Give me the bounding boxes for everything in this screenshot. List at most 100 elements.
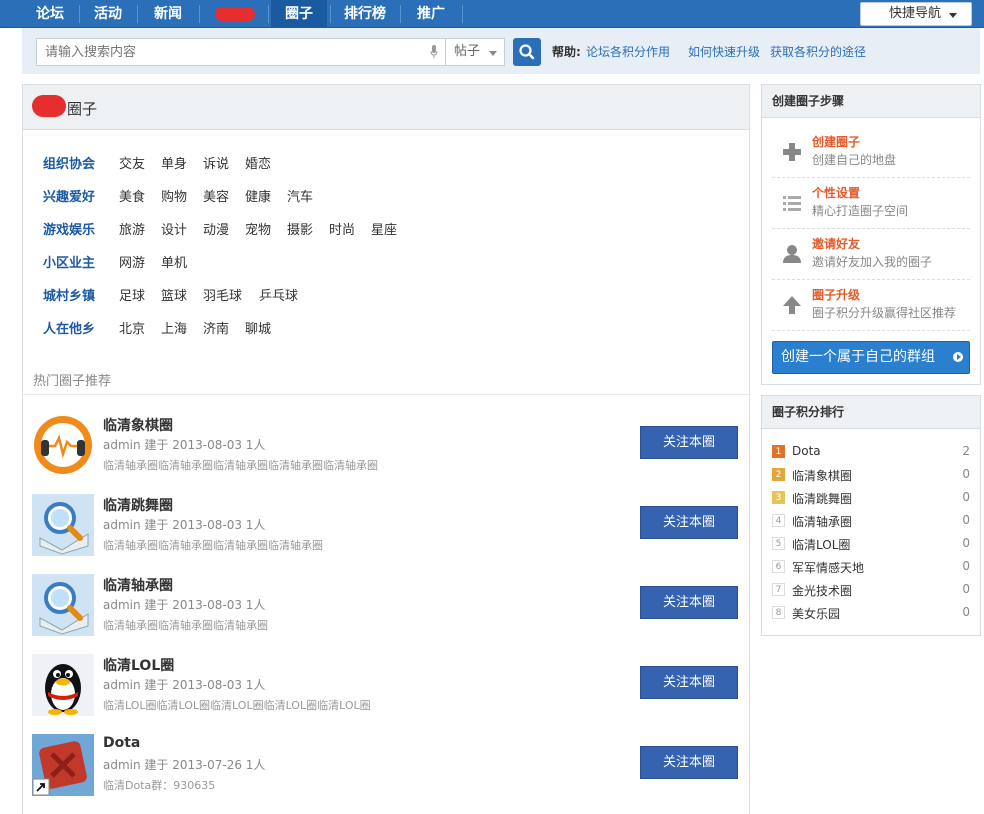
hot-groups-title: 热门圈子推荐 [33, 374, 112, 389]
category-link[interactable]: 交友 [119, 153, 145, 172]
main-panel-header: 圈子 [23, 85, 749, 130]
category-link[interactable]: 诉说 [203, 153, 229, 172]
nav-circles[interactable]: 圈子 [271, 0, 327, 28]
group-name[interactable]: 临清轴承圈 [103, 575, 173, 595]
category-link[interactable]: 美容 [203, 186, 229, 205]
rank-score: 0 [962, 490, 970, 504]
rank-group-name[interactable]: 临清LOL圈 [792, 536, 850, 553]
category-link[interactable]: 单机 [161, 252, 187, 271]
category-link[interactable]: 北京 [119, 318, 145, 337]
group-name[interactable]: 临清LOL圈 [103, 655, 174, 675]
category-link[interactable]: 足球 [119, 285, 145, 304]
help-link-upgrade[interactable]: 如何快速升级 [688, 43, 760, 60]
top-navbar: 论坛 活动 新闻 圈子 排行榜 推广 快捷导航 [0, 0, 984, 28]
nav-events[interactable]: 活动 [82, 0, 134, 28]
nav-redacted-item[interactable] [215, 7, 255, 21]
dota-icon[interactable] [32, 734, 94, 796]
nav-divider [330, 5, 331, 23]
microphone-icon[interactable] [430, 45, 438, 59]
redacted-mark [32, 95, 66, 117]
category-name[interactable]: 兴趣爱好 [43, 186, 95, 205]
rank-badge: 1 [772, 445, 785, 458]
category-link[interactable]: 购物 [161, 186, 187, 205]
category-link[interactable]: 时尚 [329, 219, 355, 238]
category-name[interactable]: 人在他乡 [43, 318, 95, 337]
category-link[interactable]: 汽车 [287, 186, 313, 205]
follow-group-button[interactable]: 关注本圈 [640, 506, 738, 539]
category-link[interactable]: 婚恋 [245, 153, 271, 172]
search-magnifier-icon[interactable] [32, 494, 94, 556]
category-link[interactable]: 单身 [161, 153, 187, 172]
quick-nav-dropdown[interactable]: 快捷导航 [860, 2, 972, 26]
group-name[interactable]: 临清象棋圈 [103, 415, 173, 435]
step-upgrade[interactable]: 圈子升级 圈子积分升级赢得社区推荐 [772, 280, 970, 331]
arrow-up-icon [783, 296, 801, 314]
create-group-button[interactable]: 创建一个属于自己的群组 [772, 341, 970, 374]
category-link[interactable]: 健康 [245, 186, 271, 205]
rank-group-name[interactable]: 临清跳舞圈 [792, 490, 852, 507]
nav-news[interactable]: 新闻 [140, 0, 196, 28]
group-item: Dota admin 建于 2013-07-26 1人 临清Dota群：9306… [23, 734, 749, 814]
chevron-right-icon [953, 352, 963, 362]
category-link[interactable]: 美食 [119, 186, 145, 205]
category-link[interactable]: 摄影 [287, 219, 313, 238]
step-description: 邀请好友加入我的圈子 [812, 255, 933, 269]
penguin-icon[interactable] [32, 654, 94, 716]
rank-group-name[interactable]: Dota [792, 444, 821, 458]
step-customize[interactable]: 个性设置 精心打造圈子空间 [772, 178, 970, 229]
audio-icon[interactable] [32, 414, 94, 476]
search-type-select[interactable]: 帖子 [445, 38, 505, 66]
category-link[interactable]: 旅游 [119, 219, 145, 238]
category-link[interactable]: 济南 [203, 318, 229, 337]
group-item: 临清轴承圈 admin 建于 2013-08-03 1人 临清轴承圈临清轴承圈临… [23, 574, 749, 654]
search-button[interactable] [513, 38, 541, 66]
create-group-label: 创建一个属于自己的群组 [781, 349, 935, 365]
step-title[interactable]: 创建圈子 [812, 133, 860, 150]
category-link[interactable]: 篮球 [161, 285, 187, 304]
category-link[interactable]: 宠物 [245, 219, 271, 238]
rank-badge: 8 [772, 606, 785, 619]
help-link-points[interactable]: 论坛各积分作用 [586, 43, 670, 60]
category-link[interactable]: 上海 [161, 318, 187, 337]
step-create[interactable]: 创建圈子 创建自己的地盘 [772, 127, 970, 178]
step-title[interactable]: 圈子升级 [812, 286, 860, 303]
group-name[interactable]: 临清跳舞圈 [103, 495, 173, 515]
category-link[interactable]: 羽毛球 [203, 285, 242, 304]
category-link[interactable]: 乒乓球 [259, 285, 298, 304]
category-link[interactable]: 动漫 [203, 219, 229, 238]
search-magnifier-icon[interactable] [32, 574, 94, 636]
category-link[interactable]: 星座 [371, 219, 397, 238]
step-title[interactable]: 邀请好友 [812, 235, 860, 252]
rank-group-name[interactable]: 临清轴承圈 [792, 513, 852, 530]
group-item: 临清LOL圈 admin 建于 2013-08-03 1人 临清LOL圈临清LO… [23, 654, 749, 734]
nav-rankings[interactable]: 排行榜 [333, 0, 397, 28]
category-link[interactable]: 设计 [161, 219, 187, 238]
category-name[interactable]: 游戏娱乐 [43, 219, 95, 238]
category-link[interactable]: 网游 [119, 252, 145, 271]
category-link[interactable]: 聊城 [245, 318, 271, 337]
nav-promotion[interactable]: 推广 [403, 0, 459, 28]
nav-forum[interactable]: 论坛 [24, 0, 76, 28]
category-name[interactable]: 小区业主 [43, 252, 95, 271]
follow-group-button[interactable]: 关注本圈 [640, 746, 738, 779]
rank-badge: 5 [772, 537, 785, 550]
follow-group-button[interactable]: 关注本圈 [640, 666, 738, 699]
group-meta: admin 建于 2013-08-03 1人 [103, 678, 266, 692]
help-link-earn-points[interactable]: 获取各积分的途径 [770, 43, 866, 60]
follow-group-button[interactable]: 关注本圈 [640, 426, 738, 459]
rank-group-name[interactable]: 军军情感天地 [792, 559, 864, 576]
group-description: 临清轴承圈临清轴承圈临清轴承圈 [103, 619, 268, 632]
rank-group-name[interactable]: 金光技术圈 [792, 582, 852, 599]
follow-group-button[interactable]: 关注本圈 [640, 586, 738, 619]
nav-divider [268, 5, 269, 23]
group-description: 临清LOL圈临清LOL圈临清LOL圈临清LOL圈临清LOL圈 [103, 699, 371, 712]
search-input[interactable] [36, 38, 446, 66]
category-name[interactable]: 组织协会 [43, 153, 95, 172]
rank-group-name[interactable]: 美女乐园 [792, 605, 840, 622]
rank-score: 0 [962, 513, 970, 527]
group-name[interactable]: Dota [103, 735, 140, 751]
category-name[interactable]: 城村乡镇 [43, 285, 95, 304]
step-invite[interactable]: 邀请好友 邀请好友加入我的圈子 [772, 229, 970, 280]
rank-group-name[interactable]: 临清象棋圈 [792, 467, 852, 484]
step-title[interactable]: 个性设置 [812, 184, 860, 201]
